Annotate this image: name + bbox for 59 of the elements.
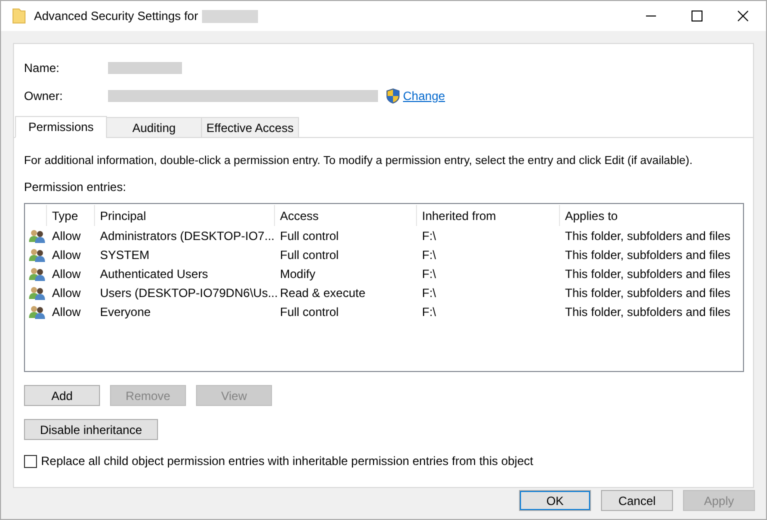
table-cell-text: Allow (51, 246, 82, 264)
permission-row[interactable]: Allow Everyone Full control F:\ This folder, subfolders and files (25, 302, 743, 322)
users-icon (28, 286, 44, 300)
table-cell-text: This folder, subfolders and files (564, 304, 732, 321)
table-cell-text: Full control (279, 246, 340, 264)
redacted-text (202, 10, 258, 22)
table-cell-text: Full control (279, 304, 340, 321)
users-icon (28, 228, 44, 243)
table-cell-text: Full control (279, 228, 340, 245)
column-header[interactable]: Access (274, 205, 416, 226)
default-button[interactable]: OK (519, 490, 591, 511)
maximize-icon[interactable] (691, 10, 703, 22)
table-cell-text: F:\ (421, 246, 437, 264)
column-header[interactable]: Type (46, 205, 94, 226)
dialog-button[interactable]: Disable inheritance (24, 419, 158, 440)
shield-icon (386, 88, 400, 104)
table-cell-text: F:\ (421, 228, 437, 245)
checkbox[interactable] (24, 454, 37, 468)
table-cell-text: This folder, subfolders and files (564, 246, 732, 264)
table-cell-text: SYSTEM (99, 246, 150, 264)
tab[interactable]: Permissions (15, 116, 107, 138)
table-cell-text: Modify (279, 266, 316, 283)
checkbox-label: Replace all child object permission entries with inheritable permission entries from this object (41, 453, 534, 470)
table-cell-text: This folder, subfolders and files (564, 284, 732, 302)
table-cell-text: This folder, subfolders and files (564, 228, 732, 245)
column-header[interactable]: Applies to (559, 205, 743, 226)
table-cell-text: F:\ (421, 304, 437, 321)
window-title: Advanced Security Settings for (34, 8, 198, 25)
dialog-button[interactable]: Add (24, 385, 100, 406)
table-cell-text: Authenticated Users (99, 266, 210, 283)
table-cell-text: Allow (51, 304, 82, 321)
change-link[interactable]: Change (403, 87, 446, 105)
permission-row[interactable]: Allow Administrators (DESKTOP-IO7... Full control F:\ This folder, subfolders and files (25, 226, 743, 246)
table-cell-text: Read & execute (279, 284, 366, 302)
dialog-button[interactable]: Cancel (601, 490, 673, 511)
close-icon[interactable] (737, 10, 749, 22)
info-text: For additional information, double-click a permission entry. To modify a permission entry, select the entry and click Edit (if available). (24, 154, 694, 169)
permission-row[interactable]: Allow Users (DESKTOP-IO79DN6\Us... Read & execute F:\ This folder, subfolders and files (25, 283, 743, 302)
permission-row[interactable]: Allow Authenticated Users Modify F:\ This folder, subfolders and files (25, 264, 743, 284)
field-label: Name: (24, 60, 60, 77)
tab[interactable]: Auditing (106, 117, 202, 138)
field-label: Owner: (24, 88, 64, 105)
column-header[interactable]: Principal (94, 205, 274, 226)
folder-icon (12, 8, 26, 24)
users-icon (28, 304, 44, 319)
table-cell-text: Administrators (DESKTOP-IO7... (99, 228, 274, 245)
table-cell-text: F:\ (421, 284, 437, 302)
permission-row[interactable]: Allow SYSTEM Full control F:\ This folder, subfolders and files (25, 245, 743, 264)
table-cell-text: F:\ (421, 266, 437, 283)
entries-label: Permission entries: (24, 179, 128, 196)
tab[interactable]: Effective Access (201, 117, 299, 138)
table-cell-text: Everyone (99, 304, 152, 321)
users-icon (28, 248, 44, 262)
table-cell-text: Allow (51, 228, 82, 245)
table-cell-text: Allow (51, 284, 82, 302)
column-header[interactable]: Inherited from (416, 205, 559, 226)
table-cell-text: Allow (51, 266, 82, 283)
table-cell-text: This folder, subfolders and files (564, 266, 732, 283)
users-icon (28, 266, 44, 281)
